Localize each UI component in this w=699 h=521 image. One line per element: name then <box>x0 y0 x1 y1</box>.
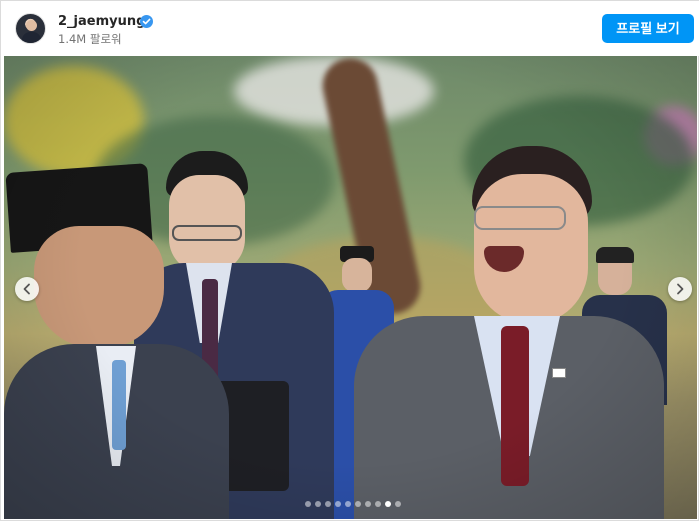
post-embed: 2_jaemyung 1.4M 팔로워 프로필 보기 <box>0 0 699 521</box>
post-header: 2_jaemyung 1.4M 팔로워 프로필 보기 <box>1 1 699 56</box>
carousel-dot <box>375 501 381 507</box>
carousel-dot <box>305 501 311 507</box>
carousel-next-button[interactable] <box>668 277 692 301</box>
username[interactable]: 2_jaemyung <box>58 14 145 30</box>
carousel-dot <box>395 501 401 507</box>
avatar[interactable] <box>15 13 46 44</box>
carousel-dot <box>325 501 331 507</box>
post-photo[interactable] <box>4 56 697 519</box>
carousel-dot <box>345 501 351 507</box>
verified-badge-icon <box>140 15 153 28</box>
photo-vignette <box>4 56 697 519</box>
carousel-dot <box>385 501 391 507</box>
carousel-indicator <box>305 501 401 507</box>
follower-count: 1.4M 팔로워 <box>58 32 122 46</box>
carousel-dot <box>355 501 361 507</box>
carousel-dot <box>315 501 321 507</box>
view-profile-button[interactable]: 프로필 보기 <box>602 14 694 43</box>
carousel-prev-button[interactable] <box>15 277 39 301</box>
carousel-dot <box>335 501 341 507</box>
carousel-dot <box>365 501 371 507</box>
